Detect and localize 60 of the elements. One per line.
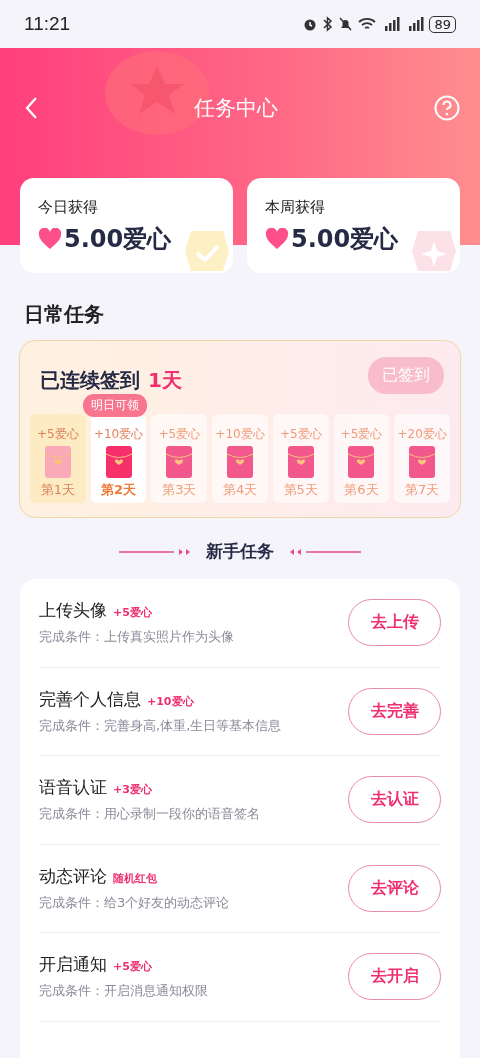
stat-value: 5.00爱心 <box>64 224 172 255</box>
help-icon[interactable] <box>434 95 460 121</box>
page-title: 任务中心 <box>194 95 278 122</box>
day-label: 第6天 <box>344 481 379 499</box>
battery-level: 89 <box>429 15 456 33</box>
day-label: 第7天 <box>405 481 440 499</box>
task-button[interactable]: 去完善 <box>348 687 441 735</box>
back-icon[interactable] <box>24 96 38 120</box>
task-condition: 完成条件：给3个好友的动态评论 <box>39 893 230 912</box>
day-reward: +20爱心 <box>397 426 447 443</box>
task-reward: +5爱心 <box>113 959 152 975</box>
stat-value: 5.00爱心 <box>291 224 399 255</box>
task-title: 动态评论 <box>39 864 107 888</box>
stat-label: 今日获得 <box>38 198 99 217</box>
envelope-icon <box>44 446 71 478</box>
task-button[interactable]: 去开启 <box>348 953 441 1001</box>
envelope-icon <box>287 446 314 478</box>
task-button[interactable]: 去认证 <box>348 776 441 824</box>
task-condition: 完成条件：开启消息通知权限 <box>39 982 208 1001</box>
envelope-icon <box>227 446 253 478</box>
envelope-icon <box>348 446 375 478</box>
day-reward: +5爱心 <box>279 426 322 443</box>
task-title: 开启通知 <box>39 953 107 977</box>
streak-value: 1天 <box>148 367 182 394</box>
bluetooth-icon <box>322 16 335 32</box>
day-label: 第5天 <box>283 481 318 499</box>
day-reward: +10爱心 <box>93 426 144 443</box>
task-button[interactable]: 去上传 <box>348 599 441 647</box>
status-time: 11:21 <box>24 13 71 35</box>
mute-bell-icon <box>338 16 354 32</box>
day-reward: +10爱心 <box>215 426 265 443</box>
task-condition: 完成条件：完善身高,体重,生日等基本信息 <box>39 716 282 735</box>
stat-label: 本周获得 <box>265 198 326 217</box>
heart-icon <box>38 228 62 250</box>
day-reward: +5爱心 <box>158 426 201 443</box>
task-reward: +5爱心 <box>113 605 152 621</box>
day-label: 第3天 <box>162 481 197 499</box>
task-reward: +10爱心 <box>147 693 194 709</box>
task-reward: +3爱心 <box>113 782 152 798</box>
task-button[interactable]: 去评论 <box>348 864 441 912</box>
task-reward: 随机红包 <box>113 870 157 886</box>
day-label: 第1天 <box>40 481 75 499</box>
task-title: 完善个人信息 <box>39 687 141 711</box>
section-title: 新手任务 <box>206 540 274 563</box>
section-title: 日常任务 <box>24 301 105 328</box>
tooltip: 明日可领 <box>82 394 147 417</box>
envelope-icon <box>105 446 132 478</box>
task-condition: 完成条件：用心录制一段你的语音签名 <box>39 805 260 824</box>
day-label: 第4天 <box>222 481 258 499</box>
envelope-icon <box>166 446 193 478</box>
envelope-icon <box>409 446 436 478</box>
day-reward: +5爱心 <box>37 426 79 443</box>
heart-icon <box>265 228 289 250</box>
day-label: 第2天 <box>101 481 137 499</box>
task-title: 语音认证 <box>39 776 107 800</box>
task-condition: 完成条件：上传真实照片作为头像 <box>39 628 234 647</box>
wifi-icon <box>357 16 378 32</box>
task-title: 上传头像 <box>39 599 107 623</box>
day-reward: +5爱心 <box>340 426 383 443</box>
streak-label: 已连续签到 <box>40 367 140 394</box>
